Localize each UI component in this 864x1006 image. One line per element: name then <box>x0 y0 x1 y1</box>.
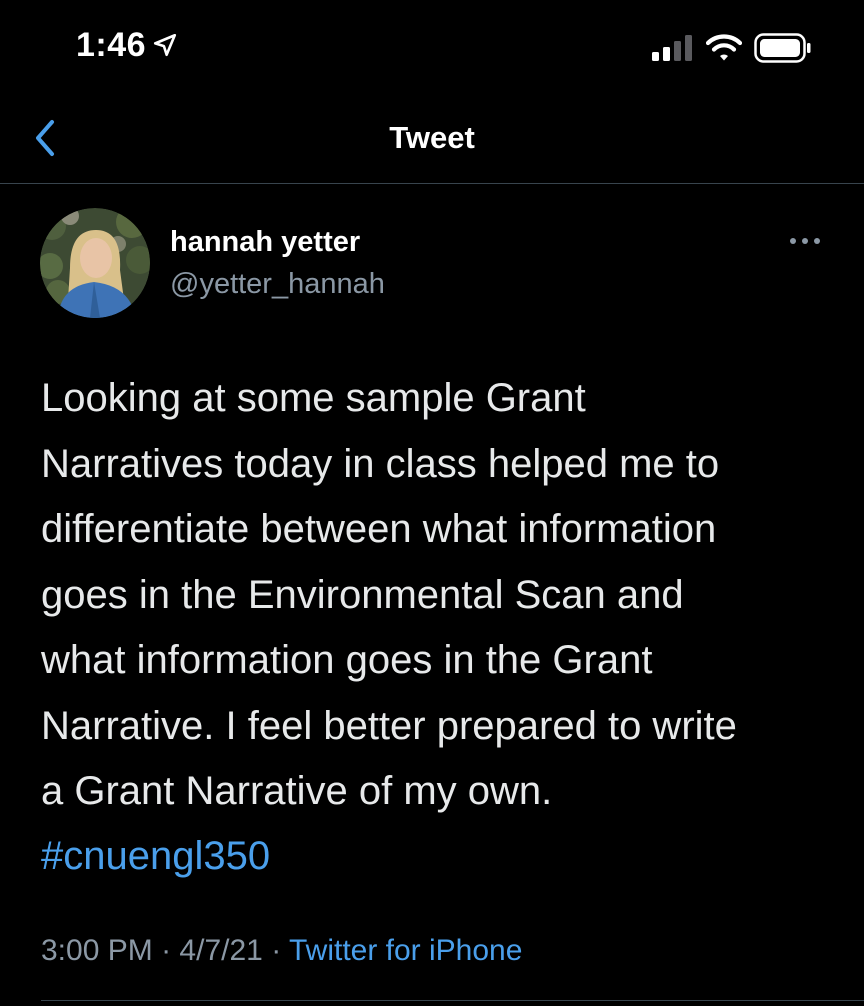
ellipsis-icon[interactable] <box>788 234 822 248</box>
status-bar: 1:46 <box>0 0 864 100</box>
nav-bar: Tweet <box>0 100 864 184</box>
avatar-image <box>40 208 150 318</box>
battery-icon <box>754 33 811 63</box>
meta-separator: · <box>271 934 282 967</box>
tweet-meta: 3:00 PM · 4/7/21 · Twitter for iPhone <box>41 934 522 968</box>
tweet-source-link[interactable]: Twitter for iPhone <box>289 934 522 967</box>
hashtag-link[interactable]: #cnuengl350 <box>41 824 270 890</box>
tweet-date: 4/7/21 <box>179 934 263 967</box>
tweet-text: Looking at some sample Grant Narratives … <box>41 376 737 813</box>
status-time: 1:46 <box>76 26 147 64</box>
author-name[interactable]: hannah yetter <box>170 226 360 259</box>
divider <box>41 1000 864 1001</box>
location-arrow-icon <box>153 33 177 57</box>
meta-separator: · <box>161 934 172 967</box>
tweet-time: 3:00 PM <box>41 934 153 967</box>
avatar[interactable] <box>40 208 150 318</box>
page-title: Tweet <box>389 120 475 155</box>
wifi-icon <box>706 34 742 61</box>
author-handle[interactable]: @yetter_hannah <box>170 268 385 301</box>
cellular-signal-icon <box>652 35 692 61</box>
